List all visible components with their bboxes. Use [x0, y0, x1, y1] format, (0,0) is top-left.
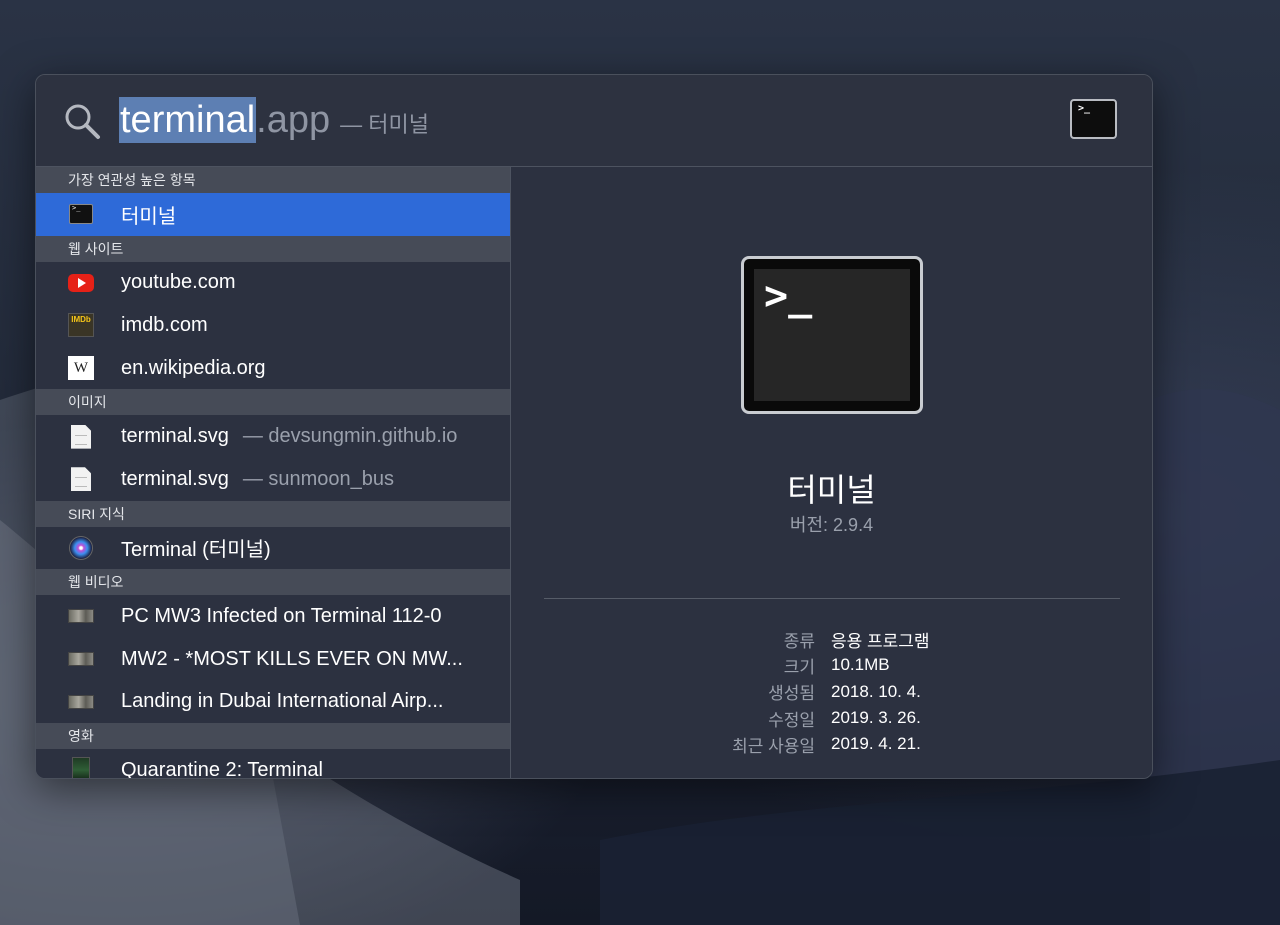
- result-title: MW2 - *MOST KILLS EVER ON MW...: [121, 647, 463, 670]
- search-icon: [65, 104, 100, 139]
- siri-icon-glyph: [69, 535, 93, 560]
- wikipedia-icon: W: [68, 356, 94, 381]
- metadata-value: 2019. 3. 26.: [831, 708, 921, 728]
- result-label: Quarantine 2: Terminal: [121, 759, 323, 778]
- query-typed-text: terminal: [119, 97, 257, 143]
- metadata-value: 2019. 4. 21.: [831, 734, 921, 754]
- video-thumbnail-icon: [68, 691, 94, 713]
- movie-poster-icon: [68, 757, 94, 778]
- preview-pane: >_ 터미널 버전: 2.9.4 종류 응용 프로그램크기 10.1MB 생성됨 201…: [511, 167, 1152, 778]
- result-title: PC MW3 Infected on Terminal 112-0: [121, 604, 442, 627]
- result-label: MW2 - *MOST KILLS EVER ON MW...: [121, 648, 463, 671]
- result-subtitle: — devsungmin.github.io: [242, 425, 458, 448]
- metadata-value: 응용 프로그램: [831, 631, 930, 651]
- result-item[interactable]: IMDb imdb.com: [36, 304, 510, 347]
- wikipedia-icon-glyph: W: [68, 356, 94, 381]
- query-completion-text: .app: [256, 99, 331, 141]
- result-label: terminal.svg — devsungmin.github.io: [121, 425, 457, 448]
- result-title: Quarantine 2: Terminal: [121, 758, 323, 778]
- results-list[interactable]: 가장 연관성 높은 항목터미널웹 사이트 youtube.com IMDb imdb.…: [36, 167, 511, 778]
- result-title: terminal.svg: [121, 467, 229, 490]
- metadata-row: 수정일 2019. 3. 26.: [511, 705, 1152, 731]
- result-item[interactable]: 터미널: [36, 193, 510, 236]
- query-suffix-text: — 터미널: [340, 112, 429, 137]
- result-title: imdb.com: [121, 313, 208, 336]
- terminal-app-large-icon: >_: [741, 256, 923, 414]
- section-header: 웹 비디오: [36, 569, 510, 596]
- result-title: Terminal (터미널): [121, 539, 271, 562]
- video-thumbnail-icon-glyph: [68, 652, 94, 667]
- result-title: 터미널: [121, 205, 177, 228]
- result-label: terminal.svg — sunmoon_bus: [121, 468, 394, 491]
- terminal-app-icon-glyph: [69, 204, 93, 225]
- result-item[interactable]: Terminal (터미널): [36, 527, 510, 570]
- video-thumbnail-icon-glyph: [68, 694, 94, 709]
- section-header: 영화: [36, 722, 510, 749]
- video-thumbnail-icon: [68, 605, 94, 627]
- app-version: 버전: 2.9.4: [789, 515, 874, 535]
- metadata-key: 크기: [783, 657, 815, 677]
- section-header: 이미지: [36, 389, 510, 416]
- document-icon-glyph: [71, 467, 91, 492]
- result-label: 터미널: [121, 200, 176, 229]
- metadata-value: 10.1MB: [831, 655, 890, 675]
- result-title: terminal.svg: [121, 425, 229, 448]
- metadata-key: 생성됨: [768, 684, 815, 704]
- result-item[interactable]: Quarantine 2: Terminal: [36, 749, 510, 778]
- metadata-row: 종류 응용 프로그램: [511, 626, 1152, 652]
- result-item[interactable]: MW2 - *MOST KILLS EVER ON MW...: [36, 638, 510, 681]
- terminal-app-icon: [68, 203, 94, 225]
- terminal-prompt-glyph: >_: [1078, 103, 1091, 114]
- metadata-key: 종류: [783, 631, 815, 651]
- section-header: SIRI 지식: [36, 500, 510, 527]
- result-item[interactable]: PC MW3 Infected on Terminal 112-0: [36, 595, 510, 638]
- metadata-row: 크기 10.1MB: [511, 652, 1152, 678]
- siri-icon: [68, 535, 94, 560]
- video-thumbnail-icon: [68, 648, 94, 670]
- metadata-key: 수정일: [768, 710, 815, 730]
- result-title: youtube.com: [121, 271, 236, 294]
- movie-poster-icon-glyph: [72, 757, 90, 778]
- imdb-icon-glyph: IMDb: [68, 313, 94, 338]
- app-name: 터미널: [787, 472, 876, 508]
- result-label: imdb.com: [121, 314, 208, 337]
- imdb-icon: IMDb: [68, 313, 94, 338]
- result-item[interactable]: Landing in Dubai International Airp...: [36, 680, 510, 723]
- result-item[interactable]: terminal.svg — sunmoon_bus: [36, 458, 510, 501]
- section-header: 가장 연관성 높은 항목: [36, 167, 510, 193]
- result-label: en.wikipedia.org: [121, 357, 266, 380]
- document-icon: [68, 424, 94, 449]
- result-item[interactable]: terminal.svg — devsungmin.github.io: [36, 415, 510, 458]
- result-item[interactable]: Wen.wikipedia.org: [36, 347, 510, 390]
- search-bar[interactable]: terminal .app — 터미널 >_: [36, 75, 1152, 167]
- result-label: Terminal (터미널): [121, 533, 271, 562]
- spotlight-window: terminal .app — 터미널 >_ 가장 연관성 높은 항목터미널웹 …: [35, 74, 1153, 779]
- result-item[interactable]: youtube.com: [36, 262, 510, 305]
- result-subtitle: — sunmoon_bus: [242, 467, 395, 490]
- result-title: en.wikipedia.org: [121, 356, 266, 379]
- youtube-icon: [68, 272, 94, 294]
- result-label: PC MW3 Infected on Terminal 112-0: [121, 605, 442, 628]
- metadata-value: 2018. 10. 4.: [831, 681, 921, 701]
- section-header: 웹 사이트: [36, 235, 510, 262]
- result-label: youtube.com: [121, 271, 236, 294]
- metadata-row: 최근 사용일 2019. 4. 21.: [511, 731, 1152, 757]
- terminal-prompt-glyph: >_: [764, 273, 813, 319]
- metadata-row: 생성됨 2018. 10. 4.: [511, 679, 1152, 705]
- divider: [544, 598, 1120, 599]
- video-thumbnail-icon-glyph: [68, 609, 94, 624]
- youtube-icon-glyph: [68, 273, 94, 292]
- terminal-app-icon[interactable]: >_: [1070, 99, 1117, 139]
- result-label: Landing in Dubai International Airp...: [121, 690, 443, 713]
- document-icon-glyph: [71, 424, 91, 449]
- document-icon: [68, 467, 94, 492]
- result-title: Landing in Dubai International Airp...: [121, 690, 444, 713]
- metadata-key: 최근 사용일: [732, 736, 815, 756]
- app-metadata: 종류 응용 프로그램크기 10.1MB 생성됨 2018. 10. 4. 수정일 2019.…: [511, 626, 1152, 757]
- search-query[interactable]: terminal .app — 터미널: [119, 97, 429, 143]
